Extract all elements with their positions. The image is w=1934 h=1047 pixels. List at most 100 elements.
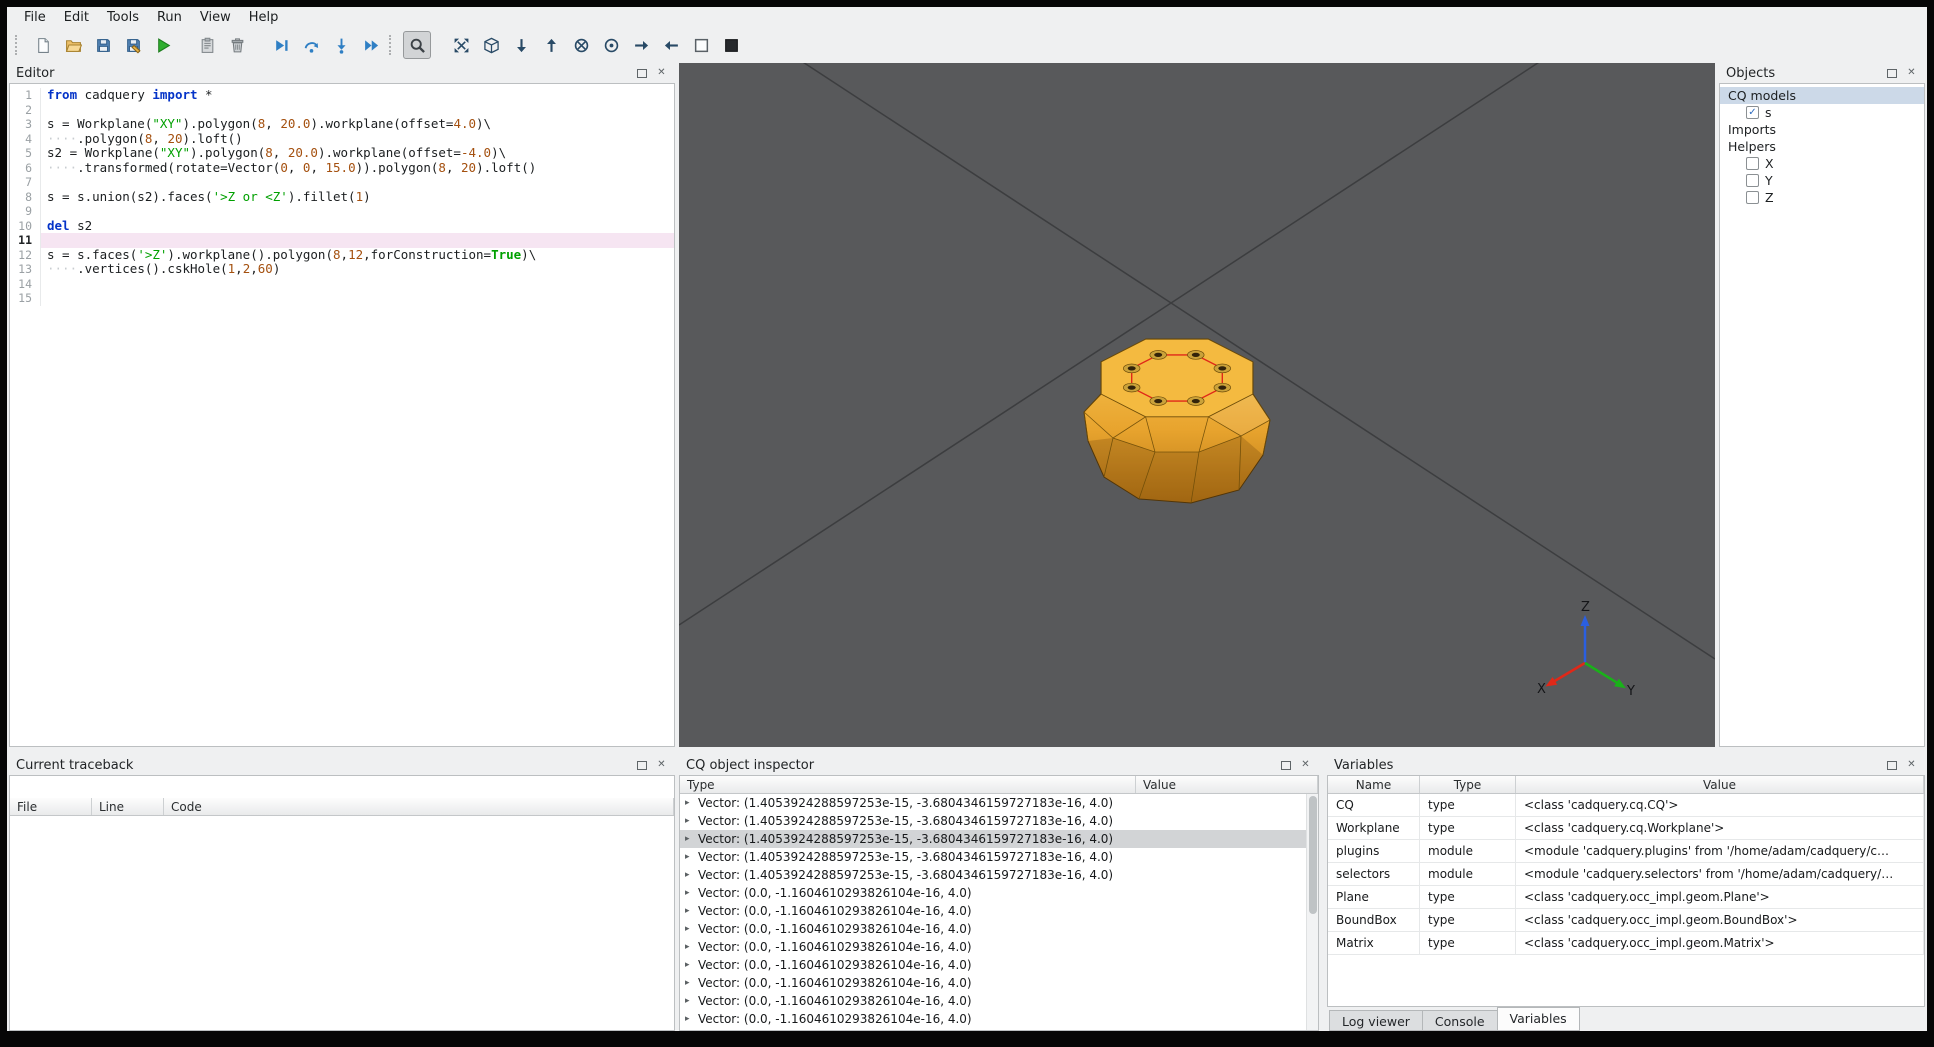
tab-log-viewer[interactable]: Log viewer: [1329, 1010, 1423, 1031]
tree-item-x[interactable]: X: [1720, 155, 1924, 172]
save-as-button[interactable]: [119, 31, 147, 59]
step-in-button[interactable]: [327, 31, 355, 59]
inspector-row[interactable]: ▸ Vector: (0.0, -1.1604610293826104e-16, …: [680, 902, 1306, 920]
tree-item-s[interactable]: ✓ s: [1720, 104, 1924, 121]
menu-view[interactable]: View: [191, 8, 240, 27]
toolbar-grip[interactable]: [389, 35, 395, 55]
zoom-button[interactable]: [403, 31, 431, 59]
variable-row[interactable]: Plane type <class 'cadquery.occ_impl.geom.…: [1328, 886, 1924, 909]
inspector-row[interactable]: ▸ Vector: (1.4053924288597253e-15, -3.680…: [680, 794, 1306, 812]
code-editor[interactable]: 1 from cadquery import * 2 3 s = Workplane("…: [9, 83, 675, 747]
inspector-row[interactable]: ▸ Vector: (1.4053924288597253e-15, -3.680…: [680, 866, 1306, 884]
expand-arrow-icon[interactable]: ▸: [685, 996, 698, 1006]
column-header-value[interactable]: Value: [1136, 776, 1318, 793]
menu-help[interactable]: Help: [240, 8, 288, 27]
checkbox-z[interactable]: [1746, 191, 1759, 204]
render-button[interactable]: [149, 31, 177, 59]
fit-view-button[interactable]: [447, 31, 475, 59]
editor-close-button[interactable]: ✕: [655, 67, 668, 80]
expand-arrow-icon[interactable]: ▸: [685, 924, 698, 934]
menu-run[interactable]: Run: [148, 8, 191, 27]
objects-float-button[interactable]: [1885, 67, 1898, 80]
column-header-type[interactable]: Type: [1420, 776, 1516, 793]
menu-edit[interactable]: Edit: [55, 8, 98, 27]
tab-console[interactable]: Console: [1421, 1010, 1498, 1031]
expand-arrow-icon[interactable]: ▸: [685, 942, 698, 952]
inspector-row[interactable]: ▸ Vector: (1.4053924288597253e-15, -3.680…: [680, 848, 1306, 866]
inspector-scrollbar[interactable]: [1306, 794, 1318, 1030]
toolbar-grip[interactable]: [15, 35, 21, 55]
inspector-row[interactable]: ▸ Vector: (0.0, -1.1604610293826104e-16, …: [680, 920, 1306, 938]
top-view-button[interactable]: [507, 31, 535, 59]
variable-row[interactable]: BoundBox type <class 'cadquery.occ_impl.ge…: [1328, 909, 1924, 932]
inspector-row[interactable]: ▸ Vector: (0.0, -1.1604610293826104e-16, …: [680, 956, 1306, 974]
new-script-button[interactable]: [29, 31, 57, 59]
variable-row[interactable]: plugins module <module 'cadquery.plugins' …: [1328, 840, 1924, 863]
column-header-name[interactable]: Name: [1328, 776, 1420, 793]
debug-run-button[interactable]: [267, 31, 295, 59]
tree-item-z[interactable]: Z: [1720, 189, 1924, 206]
inspector-row[interactable]: ▸ Vector: (1.4053924288597253e-15, -3.680…: [680, 812, 1306, 830]
bottom-view-button[interactable]: [537, 31, 565, 59]
tree-item-y[interactable]: Y: [1720, 172, 1924, 189]
variable-row[interactable]: selectors module <module 'cadquery.selecto…: [1328, 863, 1924, 886]
menu-tools[interactable]: Tools: [98, 8, 148, 27]
inspector-row[interactable]: ▸ Vector: (1.4053924288597253e-15, -3.680…: [680, 830, 1306, 848]
variables-float-button[interactable]: [1885, 759, 1898, 772]
checkbox-y[interactable]: [1746, 174, 1759, 187]
menu-file[interactable]: File: [15, 8, 55, 27]
column-header-code[interactable]: Code: [164, 798, 674, 815]
variable-row[interactable]: Workplane type <class 'cadquery.cq.Workpla…: [1328, 817, 1924, 840]
step-button[interactable]: [297, 31, 325, 59]
traceback-float-button[interactable]: [635, 759, 648, 772]
variable-row[interactable]: CQ type <class 'cadquery.cq.CQ'>: [1328, 794, 1924, 817]
traceback-close-button[interactable]: ✕: [655, 759, 668, 772]
right-view-button[interactable]: [657, 31, 685, 59]
open-script-button[interactable]: [59, 31, 87, 59]
variable-row[interactable]: Matrix type <class 'cadquery.occ_impl.geom…: [1328, 932, 1924, 955]
expand-arrow-icon[interactable]: ▸: [685, 888, 698, 898]
inspector-row[interactable]: ▸ Vector: (0.0, -1.1604610293826104e-16, …: [680, 992, 1306, 1010]
editor-float-button[interactable]: [635, 67, 648, 80]
expand-arrow-icon[interactable]: ▸: [685, 852, 698, 862]
variables-close-button[interactable]: ✕: [1905, 759, 1918, 772]
checkbox-s[interactable]: ✓: [1746, 106, 1759, 119]
inspector-close-button[interactable]: ✕: [1299, 759, 1312, 772]
expand-arrow-icon[interactable]: ▸: [685, 1014, 698, 1024]
expand-arrow-icon[interactable]: ▸: [685, 816, 698, 826]
iso-view-button[interactable]: [477, 31, 505, 59]
inspector-row[interactable]: ▸ Vector: (0.0, -1.1604610293826104e-16, …: [680, 884, 1306, 902]
inspector-row[interactable]: ▸ Vector: (0.0, -1.1604610293826104e-16, …: [680, 974, 1306, 992]
left-view-button[interactable]: [627, 31, 655, 59]
continue-button[interactable]: [357, 31, 385, 59]
column-header-file[interactable]: File: [10, 798, 92, 815]
wireframe-button[interactable]: [687, 31, 715, 59]
checkbox-x[interactable]: [1746, 157, 1759, 170]
viewport-3d[interactable]: X Y Z: [678, 0, 1716, 747]
tree-item-cq-models[interactable]: CQ models: [1720, 87, 1924, 104]
inspector-scrollbar-thumb[interactable]: [1309, 796, 1317, 914]
save-button[interactable]: [89, 31, 117, 59]
column-header-line[interactable]: Line: [92, 798, 164, 815]
expand-arrow-icon[interactable]: ▸: [685, 906, 698, 916]
front-view-button[interactable]: [567, 31, 595, 59]
objects-close-button[interactable]: ✕: [1905, 67, 1918, 80]
expand-arrow-icon[interactable]: ▸: [685, 870, 698, 880]
paste-button[interactable]: [193, 31, 221, 59]
back-view-button[interactable]: [597, 31, 625, 59]
tree-item-helpers[interactable]: Helpers: [1720, 138, 1924, 155]
expand-arrow-icon[interactable]: ▸: [685, 960, 698, 970]
objects-tree[interactable]: CQ models ✓ s Imports Helpers X Y Z: [1719, 83, 1925, 747]
expand-arrow-icon[interactable]: ▸: [685, 834, 698, 844]
column-header-type[interactable]: Type: [680, 776, 1136, 793]
column-header-value[interactable]: Value: [1516, 776, 1924, 793]
expand-arrow-icon[interactable]: ▸: [685, 798, 698, 808]
delete-button[interactable]: [223, 31, 251, 59]
inspector-float-button[interactable]: [1279, 759, 1292, 772]
shaded-button[interactable]: [717, 31, 745, 59]
tree-item-imports[interactable]: Imports: [1720, 121, 1924, 138]
inspector-row[interactable]: ▸ Vector: (0.0, -1.1604610293826104e-16, …: [680, 1010, 1306, 1028]
inspector-row[interactable]: ▸ Vector: (0.0, -1.1604610293826104e-16, …: [680, 938, 1306, 956]
expand-arrow-icon[interactable]: ▸: [685, 978, 698, 988]
tab-variables[interactable]: Variables: [1496, 1007, 1580, 1031]
